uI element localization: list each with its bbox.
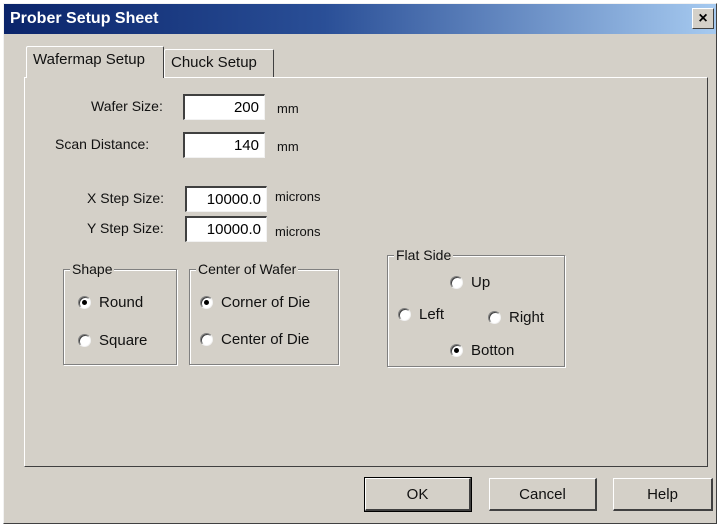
wafermap-setup-panel: Wafer Size: 200 mm Scan Distance: 140 mm… — [24, 77, 708, 467]
y-step-size-unit: microns — [275, 224, 321, 239]
round-label: Round — [99, 294, 144, 311]
radio-center-of-die[interactable] — [200, 333, 213, 346]
shape-square-option[interactable]: Square — [78, 332, 147, 349]
close-button[interactable]: × — [692, 8, 714, 29]
close-icon: × — [698, 9, 708, 27]
y-step-size-label: Y Step Size: — [87, 220, 164, 236]
flat-side-bottom-option[interactable]: Botton — [450, 342, 514, 359]
center-of-wafer-group: Center of Wafer Corner of Die Center of … — [189, 261, 339, 365]
tab-wafermap-setup[interactable]: Wafermap Setup — [26, 46, 164, 78]
x-step-size-label: X Step Size: — [87, 190, 165, 206]
flat-side-title: Flat Side — [394, 247, 454, 263]
scan-distance-label: Scan Distance: — [55, 136, 150, 152]
corner-of-die-label: Corner of Die — [221, 294, 311, 311]
wafer-size-input[interactable]: 200 — [183, 94, 265, 120]
radio-right[interactable] — [488, 311, 501, 324]
wafer-size-label: Wafer Size: — [91, 98, 163, 114]
cancel-button[interactable]: Cancel — [489, 478, 597, 511]
center-of-wafer-title: Center of Wafer — [196, 261, 299, 277]
wafer-size-unit: mm — [277, 101, 299, 116]
flat-side-right-option[interactable]: Right — [488, 309, 544, 326]
radio-round[interactable] — [78, 296, 91, 309]
x-step-size-input[interactable]: 10000.0 — [185, 186, 267, 212]
flat-side-group: Flat Side Up Left Right Botton — [387, 247, 565, 367]
corner-of-die-option[interactable]: Corner of Die — [200, 294, 310, 311]
scan-distance-unit: mm — [277, 139, 299, 154]
flat-side-left-option[interactable]: Left — [398, 306, 444, 323]
left-label: Left — [419, 306, 445, 323]
shape-group: Shape Round Square — [63, 261, 177, 365]
radio-square[interactable] — [78, 334, 91, 347]
window-title: Prober Setup Sheet — [10, 10, 159, 27]
shape-group-title: Shape — [70, 261, 115, 277]
square-label: Square — [99, 332, 148, 349]
help-button[interactable]: Help — [613, 478, 713, 511]
y-step-size-input[interactable]: 10000.0 — [185, 216, 267, 242]
radio-left[interactable] — [398, 308, 411, 321]
radio-bottom[interactable] — [450, 344, 463, 357]
radio-up[interactable] — [450, 276, 463, 289]
center-of-die-label: Center of Die — [221, 331, 310, 348]
right-label: Right — [509, 309, 545, 326]
title-bar: Prober Setup Sheet × — [4, 4, 716, 34]
center-of-die-option[interactable]: Center of Die — [200, 331, 309, 348]
radio-corner-of-die[interactable] — [200, 296, 213, 309]
tab-chuck-setup[interactable]: Chuck Setup — [164, 49, 274, 77]
bottom-label: Botton — [471, 342, 515, 359]
x-step-size-unit: microns — [275, 189, 321, 204]
shape-round-option[interactable]: Round — [78, 294, 143, 311]
ok-button[interactable]: OK — [364, 477, 472, 512]
up-label: Up — [471, 274, 491, 291]
flat-side-up-option[interactable]: Up — [450, 274, 490, 291]
scan-distance-input[interactable]: 140 — [183, 132, 265, 158]
